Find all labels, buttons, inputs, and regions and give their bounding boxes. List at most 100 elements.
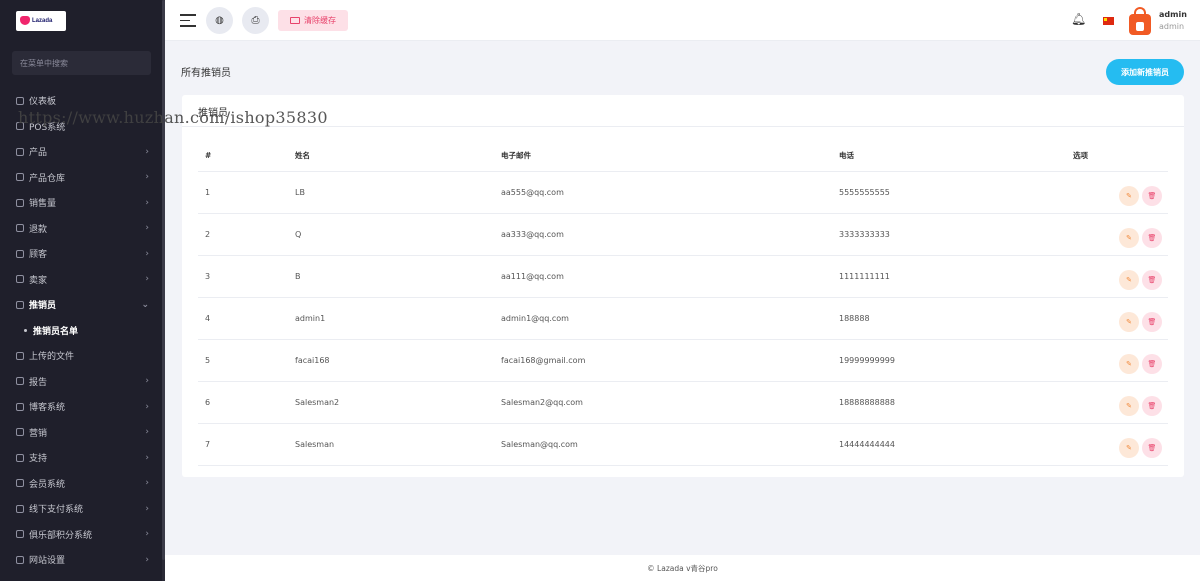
sidebar-item-19[interactable]: 设置和配置› <box>0 573 165 581</box>
printer-button[interactable]: ⎙ <box>242 7 269 34</box>
edit-icon[interactable]: ✎ <box>1119 312 1139 332</box>
sidebar-item-12[interactable]: 博客系统 › <box>0 394 165 420</box>
payment-icon <box>16 504 24 513</box>
clear-cache-button[interactable]: 清除缓存 <box>278 10 348 31</box>
bullet-icon <box>24 328 27 332</box>
footer: © Lazada v青谷pro <box>165 555 1200 581</box>
chevron-icon: › <box>145 223 149 234</box>
sidebar-item-14[interactable]: 支持 › <box>0 445 165 471</box>
cell-name: Salesman2 <box>295 381 501 424</box>
sidebar-item-5[interactable]: 退款 › <box>0 216 165 242</box>
cell-phone: 3333333333 <box>839 213 1073 256</box>
sidebar-item-8[interactable]: 推销员 ⌄ <box>0 292 165 318</box>
sidebar-item-11[interactable]: 报告 › <box>0 369 165 395</box>
sidebar-item-16[interactable]: 线下支付系统 › <box>0 496 165 522</box>
edit-icon[interactable]: ✎ <box>1119 396 1139 416</box>
page-title: 所有推销员 <box>181 68 231 79</box>
sidebar-item-label: 线下支付系统 <box>29 505 84 516</box>
sidebar-item-label: 仪表板 <box>29 97 57 108</box>
chevron-icon: › <box>145 146 149 157</box>
globe-icon: ◍ <box>215 15 224 26</box>
menu-search-input[interactable]: 在菜单中搜索 <box>12 51 151 75</box>
delete-icon[interactable]: 🗑︎ <box>1142 312 1162 332</box>
sidebar-item-label: 产品 <box>29 148 48 159</box>
cell-phone: 5555555555 <box>839 171 1073 214</box>
sidebar-scrollbar[interactable] <box>162 0 165 581</box>
sidebar-menu: 仪表板 POS系统 产品 › 产品仓库 › 销售量 › 退款 › 顾客 › 卖家 › 推销员 ⌄ 推销员名单 上传… <box>0 88 165 581</box>
delete-icon[interactable]: 🗑︎ <box>1142 186 1162 206</box>
sidebar-item-6[interactable]: 顾客 › <box>0 241 165 267</box>
cart-icon <box>16 147 24 156</box>
notification-bell-icon[interactable]: 🔔︎ <box>1071 12 1086 26</box>
table-row: 6 Salesman2 Salesman2@qq.com 18888888888 ✎ 🗑︎ <box>198 381 1168 424</box>
sidebar-item-4[interactable]: 销售量 › <box>0 190 165 216</box>
delete-icon[interactable]: 🗑︎ <box>1142 438 1162 458</box>
china-flag-icon[interactable] <box>1103 17 1114 25</box>
avatar[interactable] <box>1129 6 1151 36</box>
edit-icon[interactable]: ✎ <box>1119 438 1139 458</box>
chevron-icon: › <box>145 427 149 438</box>
sidebar-item-18[interactable]: 网站设置 › <box>0 547 165 573</box>
sidebar-item-label: 俱乐部积分系统 <box>29 530 93 541</box>
cache-icon <box>290 17 300 24</box>
sidebar-item-label: 博客系统 <box>29 403 66 414</box>
member-icon <box>16 479 24 488</box>
delete-icon[interactable]: 🗑︎ <box>1142 228 1162 248</box>
edit-icon[interactable]: ✎ <box>1119 228 1139 248</box>
chevron-icon: › <box>145 554 149 565</box>
sidebar-item-3[interactable]: 产品仓库 › <box>0 165 165 191</box>
delete-icon[interactable]: 🗑︎ <box>1142 354 1162 374</box>
sidebar-item-label: 销售量 <box>29 199 57 210</box>
table-row: 1 LB aa555@qq.com 5555555555 ✎ 🗑︎ <box>198 171 1168 214</box>
sidebar-item-13[interactable]: 营销 › <box>0 420 165 446</box>
file-icon <box>16 351 24 360</box>
cell-name: Q <box>295 213 501 256</box>
sidebar-item-9[interactable]: 推销员名单 <box>0 318 165 344</box>
cell-options: ✎ 🗑︎ <box>1073 423 1168 466</box>
user-icon <box>16 300 24 309</box>
chevron-icon: › <box>145 172 149 183</box>
globe-button[interactable]: ◍ <box>206 7 233 34</box>
cell-num: 7 <box>198 423 295 466</box>
sidebar-item-2[interactable]: 产品 › <box>0 139 165 165</box>
chevron-icon: › <box>145 503 149 514</box>
cell-options: ✎ 🗑︎ <box>1073 255 1168 298</box>
logo-text: Lazada <box>32 17 53 24</box>
sidebar-item-label: 推销员 <box>29 301 57 312</box>
logo-area: Lazada <box>0 0 165 41</box>
add-salesman-button[interactable]: 添加新推销员 <box>1106 59 1184 85</box>
home-icon <box>16 96 24 105</box>
warehouse-icon <box>16 173 24 182</box>
edit-icon[interactable]: ✎ <box>1119 354 1139 374</box>
sidebar-item-15[interactable]: 会员系统 › <box>0 471 165 497</box>
edit-icon[interactable]: ✎ <box>1119 186 1139 206</box>
sidebar-item-7[interactable]: 卖家 › <box>0 267 165 293</box>
cell-options: ✎ 🗑︎ <box>1073 381 1168 424</box>
cell-options: ✎ 🗑︎ <box>1073 213 1168 256</box>
table-row: 5 facai168 facai168@gmail.com 19999999999 ✎ 🗑… <box>198 339 1168 382</box>
logo[interactable]: Lazada <box>16 10 66 31</box>
menu-toggle-icon[interactable] <box>180 14 196 27</box>
delete-icon[interactable]: 🗑︎ <box>1142 270 1162 290</box>
cell-options: ✎ 🗑︎ <box>1073 339 1168 382</box>
table-header-row: # 姓名 电子邮件 电话 选项 <box>198 140 1168 172</box>
sidebar-item-label: 顾客 <box>29 250 48 261</box>
cell-email: aa555@qq.com <box>501 171 839 214</box>
sidebar-item-10[interactable]: 上传的文件 <box>0 343 165 369</box>
cell-num: 5 <box>198 339 295 382</box>
sidebar-item-17[interactable]: 俱乐部积分系统 › <box>0 522 165 548</box>
card-divider <box>182 126 1184 127</box>
sidebar-scrollbar-thumb[interactable] <box>162 0 165 560</box>
edit-icon[interactable]: ✎ <box>1119 270 1139 290</box>
table-row: 2 Qaa333@qq.com 3333333333 ✎ 🗑︎ <box>198 213 1168 256</box>
sidebar-item-label: 营销 <box>29 428 48 439</box>
link-icon <box>16 453 24 462</box>
sidebar-item-label: 退款 <box>29 224 48 235</box>
printer-icon: ⎙ <box>251 15 260 26</box>
user-name[interactable]: admin <box>1159 10 1187 19</box>
cell-email: admin1@qq.com <box>501 297 839 340</box>
delete-icon[interactable]: 🗑︎ <box>1142 396 1162 416</box>
sidebar-item-label: 支持 <box>29 454 48 465</box>
cell-num: 3 <box>198 255 295 298</box>
header-name: 姓名 <box>295 140 501 172</box>
